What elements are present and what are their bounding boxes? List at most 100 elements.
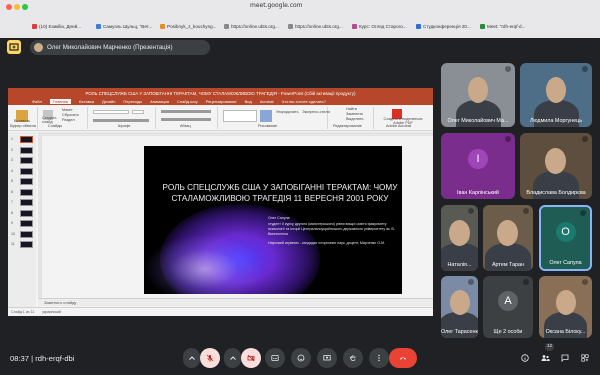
mic-off-icon	[505, 136, 511, 142]
browser-tab[interactable]: (10) Езикіliа, Денй...	[30, 20, 92, 32]
browser-tab[interactable]: Курс: Огляд Старого...	[350, 20, 412, 32]
slide-thumb-number: 10	[11, 231, 15, 236]
select-button[interactable]: Выделить	[346, 117, 364, 121]
participant-tile[interactable]: Владислава Болдирєва	[520, 133, 592, 199]
participant-tile[interactable]: Оксана Білоку...	[539, 276, 592, 338]
participant-tile[interactable]: Олег Миколайович Ма...	[441, 63, 515, 127]
participant-video	[555, 289, 576, 315]
browser-tab[interactable]: Meet: "rdh-erqf-d...	[478, 20, 540, 32]
maximize-window-icon[interactable]	[22, 4, 28, 10]
ribbon-tab[interactable]: Анимация	[150, 99, 169, 104]
browser-tab[interactable]: Posibnyk_z_kouchyng...	[158, 20, 220, 32]
activities-icon[interactable]	[581, 354, 589, 362]
meeting-code: rdh-erqf-dbi	[35, 354, 75, 363]
slide-thumbnail[interactable]	[20, 188, 33, 196]
more-options-button[interactable]	[369, 348, 389, 368]
participant-tile[interactable]: Людмила Моргунець	[520, 63, 592, 127]
video-options-button[interactable]	[224, 348, 241, 368]
reset-button[interactable]: Сбросить	[62, 113, 79, 117]
slide-thumbnail[interactable]	[20, 209, 33, 217]
ribbon-tab[interactable]: Главная	[49, 99, 72, 104]
language-status: украинский	[42, 310, 61, 314]
raise-hand-button[interactable]	[343, 348, 363, 368]
participant-video	[497, 219, 518, 246]
slide-thumb-number: 9	[11, 221, 13, 225]
participant-tile[interactable]: І Іван Карпінський	[441, 133, 515, 199]
browser-tab[interactable]: https://online.ubts.org...	[286, 20, 348, 32]
ribbon-tab[interactable]: Что вы хотите сделать?	[282, 99, 326, 104]
audio-options-button[interactable]	[183, 348, 200, 368]
emoji-button[interactable]	[291, 348, 311, 368]
participant-avatar: І	[468, 149, 488, 170]
slide-thumb-number: 6	[11, 189, 13, 194]
section-button[interactable]: Раздел	[62, 118, 75, 122]
browser-tab[interactable]: Студконференція 20...	[414, 20, 476, 32]
slide-notes[interactable]: Заметки к слайду	[38, 298, 433, 306]
slide-thumbnail[interactable]	[20, 157, 33, 164]
slide-thumbnail[interactable]	[20, 199, 33, 206]
participant-tile[interactable]: Артем Таран	[483, 205, 533, 271]
camera-off-icon	[247, 354, 255, 362]
ribbon-tab[interactable]: Файл	[32, 99, 42, 104]
info-icon[interactable]	[521, 354, 529, 362]
meet-window: meet.google.com (10) Езикіliа, Денй... Са…	[0, 0, 600, 375]
slide-thumbnail[interactable]	[20, 146, 33, 154]
slide-thumbnail[interactable]	[20, 178, 33, 185]
slide-thumb-number: 1	[11, 137, 13, 141]
participant-tile[interactable]: О Олег Сапула	[539, 205, 592, 271]
mic-toggle-button[interactable]	[200, 348, 220, 368]
participant-tile[interactable]: Наталія...	[441, 205, 478, 271]
minimize-window-icon[interactable]	[14, 4, 20, 10]
slide-thumbnail[interactable]	[20, 230, 33, 238]
browser-tab[interactable]: https://online.ubts.org...	[222, 20, 284, 32]
ribbon-tab[interactable]: Вид	[245, 99, 252, 104]
ribbon-tab[interactable]: Переходы	[123, 99, 142, 104]
participant-name: Олег Миколайович Ма...	[447, 118, 509, 124]
tab-favicon-icon	[32, 23, 37, 29]
ribbon-tab[interactable]: Вставка	[79, 99, 94, 104]
people-icon[interactable]	[541, 354, 550, 362]
layout-button[interactable]: Макет	[62, 108, 73, 112]
mic-off-icon	[468, 279, 474, 285]
presenter-pill[interactable]: Олег Миколайович Марченко (Презентація)	[30, 40, 210, 55]
ribbon-tab[interactable]: Acrobat	[260, 99, 274, 104]
close-window-icon[interactable]	[6, 4, 12, 10]
presentation-icon[interactable]	[7, 40, 21, 54]
ribbon-tab[interactable]: Дизайн	[102, 99, 115, 104]
replace-button[interactable]: Заменить	[346, 112, 363, 116]
mic-off-icon	[580, 210, 586, 216]
ribbon-group-label: Редактирование	[333, 124, 362, 128]
slide-thumbnail[interactable]	[20, 220, 33, 227]
slide-thumbnail[interactable]	[20, 136, 33, 143]
leave-call-button[interactable]	[389, 348, 417, 368]
participant-name: Владислава Болдирєва	[526, 190, 586, 196]
participant-avatar: О	[555, 221, 576, 242]
avatar-letter: A	[504, 294, 512, 307]
captions-icon	[271, 355, 279, 361]
participant-video	[545, 147, 566, 174]
slide-thumbnail[interactable]	[20, 241, 33, 248]
camera-toggle-button[interactable]	[241, 348, 261, 368]
captions-button[interactable]	[265, 348, 285, 368]
slide-thumbnail[interactable]	[20, 167, 33, 175]
shared-screen: РОЛЬ СПЕЦСЛУЖБ США У ЗАПОБІГАННІ ТЕРАКТА…	[8, 88, 433, 316]
participant-video	[448, 219, 470, 246]
slide-canvas[interactable]: РОЛЬ СПЕЦСЛУЖБ США У ЗАПОБІГАННІ ТЕРАКТА…	[144, 146, 402, 294]
ribbon-tab[interactable]: Рецензирование	[206, 99, 237, 104]
participant-name: Олег Сапула	[549, 260, 582, 266]
present-screen-button[interactable]	[317, 348, 337, 368]
browser-tab[interactable]: Самуэль Шульц, "Вет...	[94, 20, 156, 32]
paste-button[interactable]: Вставить	[14, 119, 30, 123]
more-vert-icon	[378, 354, 380, 362]
ribbon-tab[interactable]: Слайд-шоу	[177, 99, 198, 104]
address-bar[interactable]: meet.google.com	[250, 2, 303, 9]
participant-tile[interactable]: Олег Тарасенко	[441, 276, 478, 338]
chat-icon[interactable]	[561, 354, 569, 362]
new-slide-button[interactable]: Создать слайд	[42, 116, 56, 124]
acrobat-pdf-button[interactable]: Создать и поделиться Adobe PDF	[378, 117, 428, 125]
slide-supervisor: Науковий керівник - кандидат історичних …	[268, 241, 386, 245]
find-button[interactable]: Найти	[346, 107, 357, 111]
participant-tile[interactable]: A Ще 2 особи	[483, 276, 533, 338]
quick-styles-button[interactable]: Экспресс-стили	[302, 110, 330, 114]
arrange-button[interactable]: Упорядочить	[276, 110, 299, 114]
